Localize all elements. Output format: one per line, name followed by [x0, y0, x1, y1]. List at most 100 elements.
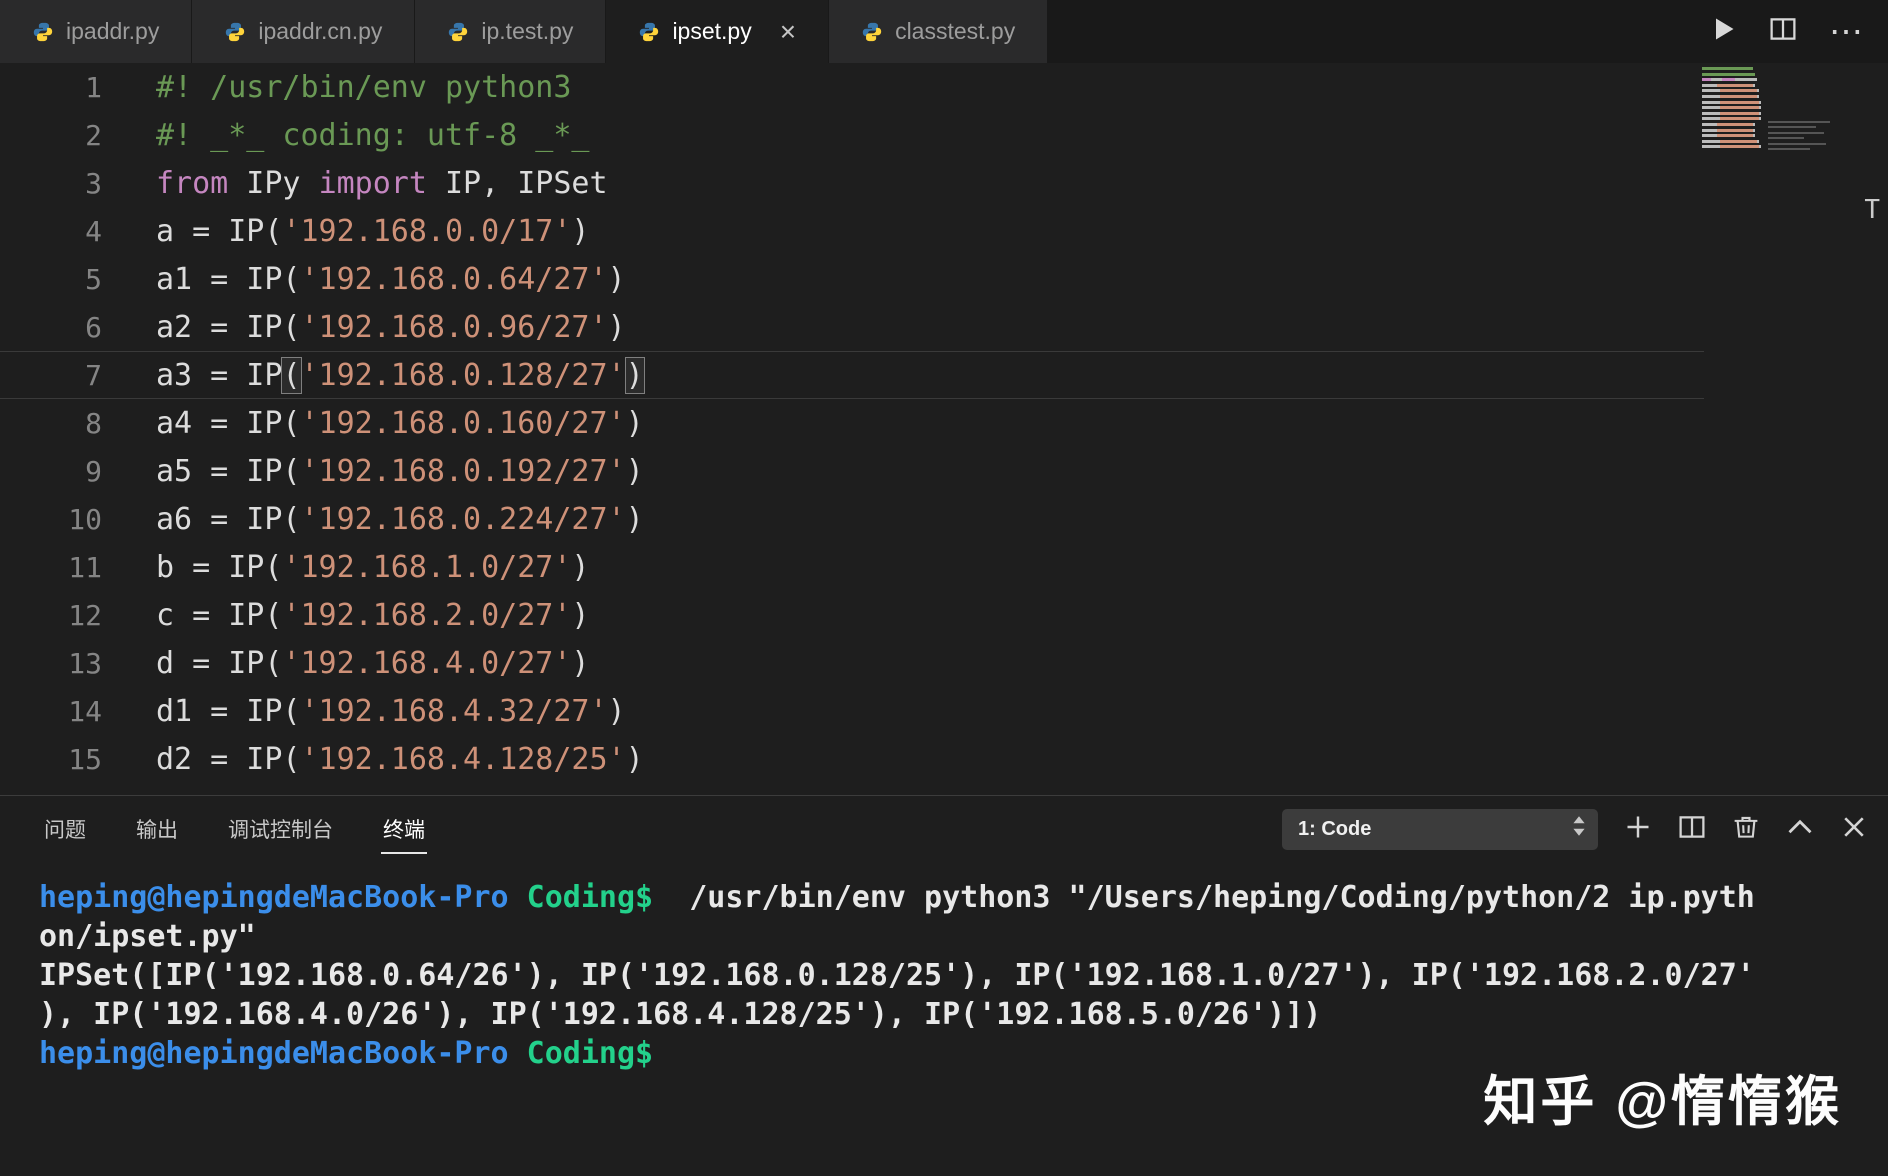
python-file-icon	[861, 21, 883, 43]
line-number: 7	[0, 359, 102, 392]
maximize-panel-button[interactable]	[1786, 813, 1814, 846]
minimap-lines	[1702, 67, 1768, 148]
python-file-icon	[32, 21, 54, 43]
chevron-up-icon	[1786, 813, 1814, 846]
kill-terminal-button[interactable]	[1732, 813, 1760, 846]
code-text: #! /usr/bin/env python3	[102, 70, 571, 105]
line-number: 13	[0, 647, 102, 680]
terminal-selector-value: 1: Code	[1298, 818, 1371, 841]
code-text: a2 = IP('192.168.0.96/27')	[102, 310, 626, 345]
terminal-output[interactable]: heping@hepingdeMacBook-Pro Coding$ /usr/…	[0, 862, 1888, 1073]
code-line[interactable]: 1#! /usr/bin/env python3	[0, 63, 1704, 111]
minimap[interactable]	[1702, 67, 1768, 151]
code-line[interactable]: 3from IPy import IP, IPSet	[0, 159, 1704, 207]
panel-actions: 1: Code	[1282, 809, 1868, 850]
panel-header: 问题输出调试控制台终端 1: Code	[0, 796, 1888, 862]
trash-icon	[1732, 813, 1760, 846]
terminal-line: on/ipset.py"	[39, 917, 1888, 956]
editor-actions: ⋯	[1709, 0, 1888, 63]
tab-classtest.py[interactable]: classtest.py	[829, 0, 1048, 63]
tab-label: ipset.py	[672, 18, 751, 45]
tab-ipset.py[interactable]: ipset.py ×	[606, 0, 829, 63]
code-line[interactable]: 5a1 = IP('192.168.0.64/27')	[0, 255, 1704, 303]
python-file-icon	[638, 21, 660, 43]
code-editor[interactable]: 1#! /usr/bin/env python32#! _*_ coding: …	[0, 63, 1888, 795]
new-terminal-button[interactable]	[1624, 813, 1652, 846]
code-text: c = IP('192.168.2.0/27')	[102, 598, 589, 633]
terminal-selector[interactable]: 1: Code	[1282, 809, 1598, 850]
panel-tab-终端[interactable]: 终端	[381, 804, 427, 854]
close-icon	[1840, 813, 1868, 846]
tabs-container: ipaddr.pyipaddr.cn.py ip.test.py ipset.py ×…	[0, 0, 1048, 63]
chevron-updown-icon	[1572, 814, 1586, 844]
line-number: 1	[0, 71, 102, 104]
code-text: d1 = IP('192.168.4.32/27')	[102, 694, 626, 729]
minimap-line	[1702, 73, 1768, 76]
line-number: 6	[0, 311, 102, 344]
minimap-line	[1702, 112, 1768, 115]
tab-ip.test.py[interactable]: ip.test.py	[415, 0, 606, 63]
split-terminal-button[interactable]	[1678, 813, 1706, 846]
code-text: a5 = IP('192.168.0.192/27')	[102, 454, 644, 489]
line-number: 11	[0, 551, 102, 584]
tab-label: ip.test.py	[481, 18, 573, 45]
split-editor-icon	[1769, 15, 1797, 48]
panel-tab-输出[interactable]: 输出	[134, 804, 180, 854]
code-text: a = IP('192.168.0.0/17')	[102, 214, 589, 249]
code-line[interactable]: 2#! _*_ coding: utf-8 _*_	[0, 111, 1704, 159]
code-line[interactable]: 15d2 = IP('192.168.4.128/25')	[0, 735, 1704, 783]
code-line[interactable]: 7a3 = IP('192.168.0.128/27')	[0, 351, 1704, 399]
line-number: 2	[0, 119, 102, 152]
line-number: 15	[0, 743, 102, 776]
tab-ipaddr.cn.py[interactable]: ipaddr.cn.py	[192, 0, 415, 63]
line-number: 14	[0, 695, 102, 728]
panel-tab-问题[interactable]: 问题	[42, 804, 88, 854]
ellipsis-icon: ⋯	[1829, 15, 1866, 49]
minimap-line	[1702, 117, 1768, 120]
minimap-extra	[1768, 121, 1834, 153]
code-text: b = IP('192.168.1.0/27')	[102, 550, 589, 585]
code-line[interactable]: 4a = IP('192.168.0.0/17')	[0, 207, 1704, 255]
overview-ruler-marker: T	[1864, 195, 1880, 225]
minimap-line	[1702, 106, 1768, 109]
split-panel-icon	[1678, 813, 1706, 846]
code-line[interactable]: 8a4 = IP('192.168.0.160/27')	[0, 399, 1704, 447]
minimap-line	[1702, 123, 1768, 126]
tab-label: classtest.py	[895, 18, 1015, 45]
minimap-line	[1702, 101, 1768, 104]
line-number: 5	[0, 263, 102, 296]
code-line[interactable]: 11b = IP('192.168.1.0/27')	[0, 543, 1704, 591]
code-line[interactable]: 14d1 = IP('192.168.4.32/27')	[0, 687, 1704, 735]
line-number: 9	[0, 455, 102, 488]
code-lines: 1#! /usr/bin/env python32#! _*_ coding: …	[0, 63, 1704, 783]
minimap-line	[1702, 67, 1768, 70]
close-panel-button[interactable]	[1840, 813, 1868, 846]
minimap-line	[1702, 89, 1768, 92]
code-text: a4 = IP('192.168.0.160/27')	[102, 406, 644, 441]
code-text: d2 = IP('192.168.4.128/25')	[102, 742, 644, 777]
terminal-line: ), IP('192.168.4.0/26'), IP('192.168.4.1…	[39, 995, 1888, 1034]
vscode-window: ipaddr.pyipaddr.cn.py ip.test.py ipset.py ×…	[0, 0, 1888, 1176]
minimap-line	[1702, 129, 1768, 132]
terminal-line: IPSet([IP('192.168.0.64/26'), IP('192.16…	[39, 956, 1888, 995]
code-text: a6 = IP('192.168.0.224/27')	[102, 502, 644, 537]
terminal-line: heping@hepingdeMacBook-Pro Coding$ /usr/…	[39, 878, 1888, 917]
more-actions-button[interactable]: ⋯	[1829, 15, 1866, 49]
run-button[interactable]	[1709, 15, 1737, 48]
close-tab-icon[interactable]: ×	[780, 18, 796, 46]
play-icon	[1709, 15, 1737, 48]
code-line[interactable]: 6a2 = IP('192.168.0.96/27')	[0, 303, 1704, 351]
line-number: 8	[0, 407, 102, 440]
tab-bar: ipaddr.pyipaddr.cn.py ip.test.py ipset.py ×…	[0, 0, 1888, 63]
minimap-line	[1702, 140, 1768, 143]
line-number: 4	[0, 215, 102, 248]
code-line[interactable]: 13d = IP('192.168.4.0/27')	[0, 639, 1704, 687]
minimap-line	[1702, 145, 1768, 148]
code-text: #! _*_ coding: utf-8 _*_	[102, 118, 589, 153]
split-editor-button[interactable]	[1769, 15, 1797, 48]
code-line[interactable]: 9a5 = IP('192.168.0.192/27')	[0, 447, 1704, 495]
tab-ipaddr.py[interactable]: ipaddr.py	[0, 0, 192, 63]
code-line[interactable]: 10a6 = IP('192.168.0.224/27')	[0, 495, 1704, 543]
code-line[interactable]: 12c = IP('192.168.2.0/27')	[0, 591, 1704, 639]
panel-tab-调试控制台[interactable]: 调试控制台	[226, 804, 335, 854]
